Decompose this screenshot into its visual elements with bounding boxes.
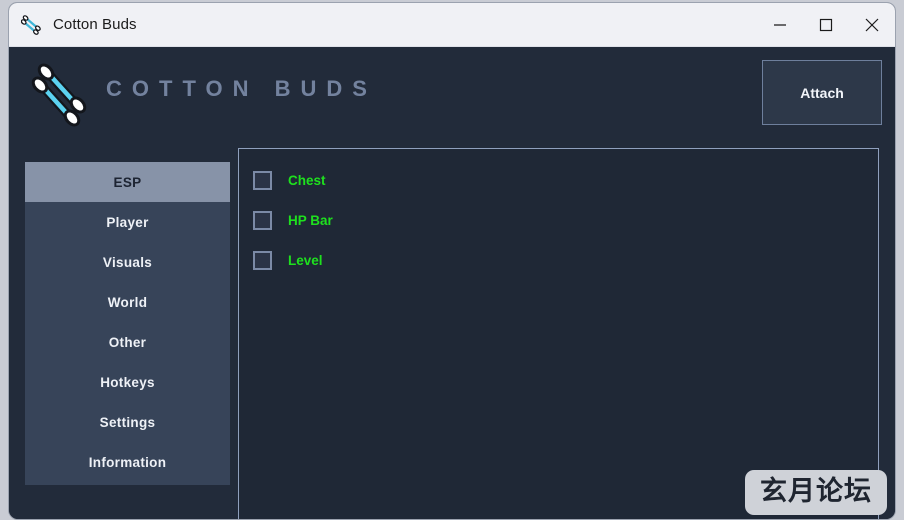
sidebar-item-esp[interactable]: ESP — [25, 162, 230, 202]
close-button[interactable] — [849, 3, 895, 47]
sidebar-item-label: Other — [108, 334, 147, 350]
sidebar-item-label: Hotkeys — [100, 374, 155, 390]
sidebar-item-label: ESP — [113, 174, 142, 190]
window-title: Cotton Buds — [53, 16, 137, 33]
sidebar-item-settings[interactable]: Settings — [25, 402, 230, 442]
sidebar-item-information[interactable]: Information — [25, 442, 230, 482]
forum-watermark: 玄月论坛 — [745, 470, 887, 515]
sidebar-item-label: World — [107, 294, 148, 310]
content-panel: Chest HP Bar Level — [238, 148, 879, 519]
sidebar-item-hotkeys[interactable]: Hotkeys — [25, 362, 230, 402]
app-header: COTTON BUDS Attach — [9, 47, 895, 140]
option-label: Chest — [288, 172, 326, 188]
sidebar-item-label: Visuals — [102, 254, 153, 270]
checkbox-hp-bar[interactable] — [253, 210, 272, 230]
cotton-swabs-logo-icon — [31, 60, 93, 130]
option-row-level[interactable]: Level — [253, 240, 878, 280]
sidebar-item-world[interactable]: World — [25, 282, 230, 322]
sidebar-item-visuals[interactable]: Visuals — [25, 242, 230, 282]
option-row-hp-bar[interactable]: HP Bar — [253, 200, 878, 240]
attach-button[interactable]: Attach — [762, 60, 882, 125]
option-label: HP Bar — [288, 212, 333, 228]
option-row-chest[interactable]: Chest — [253, 160, 878, 200]
checkbox-chest[interactable] — [253, 170, 272, 190]
sidebar-item-label: Information — [88, 454, 167, 470]
checkbox-level[interactable] — [253, 250, 272, 270]
sidebar-item-other[interactable]: Other — [25, 322, 230, 362]
maximize-button[interactable] — [803, 3, 849, 47]
application-window: Cotton Buds COTTON BUDS Attach ESP Playe… — [8, 2, 896, 520]
minimize-button[interactable] — [757, 3, 803, 47]
brand-title: COTTON BUDS — [106, 76, 377, 101]
sidebar-item-player[interactable]: Player — [25, 202, 230, 242]
sidebar-item-label: Player — [106, 214, 149, 230]
main-body: ESP Player Visuals World Other Hotkeys S… — [9, 140, 895, 519]
cotton-swabs-icon — [20, 14, 43, 36]
title-bar: Cotton Buds — [9, 3, 895, 47]
sidebar-item-label: Settings — [99, 414, 156, 430]
sidebar-navigation: ESP Player Visuals World Other Hotkeys S… — [25, 162, 230, 485]
option-label: Level — [288, 252, 323, 268]
